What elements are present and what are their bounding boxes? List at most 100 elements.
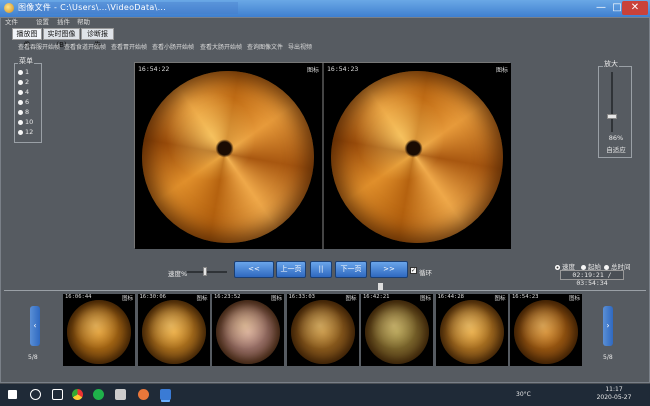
search-icon[interactable]: [30, 389, 41, 400]
thumbnail-image: [514, 300, 578, 364]
frame-tag: 图标: [496, 67, 509, 74]
loop-checkbox[interactable]: ✓: [410, 267, 417, 274]
thumbnail-item[interactable]: 16:06:44 图标: [63, 294, 135, 366]
clock-date: 2020-05-27: [596, 394, 632, 401]
layout-option[interactable]: 1: [18, 67, 29, 77]
menu-help[interactable]: 帮助: [77, 17, 90, 27]
thumbnail-tag: 图标: [270, 296, 282, 302]
frame-right[interactable]: 16:54:23 图标: [324, 63, 511, 249]
zoom-slider-handle[interactable]: [607, 114, 617, 119]
endoscopy-image: [331, 71, 503, 243]
radio-icon: [18, 69, 23, 75]
tab-realtime[interactable]: 实时图像 (B): [43, 28, 80, 49]
thumbnail-item[interactable]: 16:23:52 图标: [212, 294, 284, 366]
thumbnail-tag: 图标: [568, 296, 580, 302]
thumbnail-image: [67, 300, 131, 364]
frame-timestamp: 16:54:22: [138, 65, 170, 73]
timeline-handle[interactable]: [378, 283, 383, 290]
layout-option[interactable]: 10: [18, 117, 33, 127]
thumbnail-image: [439, 300, 504, 364]
thumbnail-timestamp: 16:23:52: [214, 294, 241, 300]
toolbar-swallow-start[interactable]: 查看吞服开始帧: [18, 43, 60, 53]
weather-status[interactable]: 30°C: [516, 391, 531, 398]
radio-icon: [581, 264, 586, 270]
loop-label: 循环: [419, 269, 432, 277]
prev-page-button[interactable]: 上一页: [276, 261, 306, 278]
toolbar-large-intestine-start[interactable]: 查看大肠开始帧: [200, 43, 242, 53]
thumbnail-timestamp: 16:54:23: [512, 294, 539, 300]
thumbnail-tag: 图标: [121, 296, 133, 302]
radio-icon: [18, 79, 23, 85]
toolbar-esophagus-start[interactable]: 查看食道开始帧: [64, 43, 106, 53]
thumb-next-button[interactable]: ›: [603, 306, 613, 346]
speed-label: 速度%: [168, 270, 188, 278]
layout-option[interactable]: 8: [18, 107, 29, 117]
thumbnail-item[interactable]: 16:44:28 图标: [435, 294, 508, 366]
thumbnail-timestamp: 16:42:21: [363, 294, 390, 300]
thumbnail-image: [216, 300, 280, 364]
thumbnail-image: [365, 300, 429, 364]
image-viewer: 16:54:22 图标 16:54:23 图标: [134, 62, 511, 249]
app-icon[interactable]: [115, 389, 126, 400]
layout-option[interactable]: 4: [18, 87, 29, 97]
radio-icon: [604, 264, 609, 270]
wechat-icon[interactable]: [93, 389, 104, 400]
zoom-slider-track[interactable]: [611, 72, 613, 132]
thumbnail-item[interactable]: 16:30:06 图标: [137, 294, 210, 366]
start-icon[interactable]: [8, 390, 17, 399]
rewind-button[interactable]: <<: [234, 261, 274, 278]
pause-button[interactable]: ||: [310, 261, 332, 278]
radio-icon: [18, 119, 23, 125]
radio-icon: [18, 89, 23, 95]
tab-report[interactable]: 诊断报告: [81, 28, 114, 49]
menu-plugins[interactable]: 插件: [57, 17, 70, 27]
zoom-percent: 86%: [608, 134, 624, 142]
thumbnail-item[interactable]: 16:42:21 图标: [361, 294, 433, 366]
frame-tag: 图标: [307, 67, 320, 74]
toolbar-search-images[interactable]: 查询图像文件: [247, 43, 283, 53]
next-page-button[interactable]: 下一页: [335, 261, 367, 278]
page-count-right: 5/8: [603, 354, 613, 361]
radio-icon: [18, 109, 23, 115]
speed-slider-track[interactable]: [187, 271, 227, 273]
timeline-track[interactable]: [4, 290, 646, 291]
speed-slider-handle[interactable]: [203, 267, 207, 276]
toolbar-export-video[interactable]: 导出视频: [288, 43, 312, 53]
thumbnail-timestamp: 16:30:06: [139, 294, 167, 300]
taskbar-clock[interactable]: 11:17 2020-05-27: [586, 386, 642, 402]
menu-settings[interactable]: 设置: [36, 17, 49, 27]
zoom-fit-button[interactable]: 自适应: [603, 144, 629, 154]
layout-option[interactable]: 12: [18, 127, 33, 137]
close-button[interactable]: ✕: [622, 1, 648, 15]
zoom-title: 放大: [603, 59, 619, 69]
thumbnail-tag: 图标: [345, 296, 357, 302]
layout-panel: 1 2 4 6 8 10 12: [14, 63, 42, 143]
thumbnail-timestamp: 16:06:44: [65, 294, 92, 300]
thumbnail-timestamp: 16:44:28: [437, 294, 465, 300]
thumbnail-timestamp: 16:33:03: [288, 294, 316, 300]
fast-forward-button[interactable]: >>: [370, 261, 408, 278]
thumb-prev-button[interactable]: ‹: [30, 306, 40, 346]
capsule-app-icon[interactable]: [160, 389, 171, 400]
chrome-icon[interactable]: [72, 389, 83, 400]
time-readout: 02:19:21 / 03:54:34: [560, 270, 624, 287]
thumbnail-item[interactable]: 16:54:23 图标: [510, 294, 582, 366]
frame-left[interactable]: 16:54:22 图标: [135, 63, 322, 249]
frame-timestamp: 16:54:23: [327, 65, 359, 73]
menu-file[interactable]: 文件: [5, 17, 18, 27]
endoscopy-image: [142, 71, 314, 243]
radio-icon: [18, 129, 23, 135]
layout-option[interactable]: 2: [18, 77, 29, 87]
thumbnail-image: [290, 300, 355, 364]
window-title: 图像文件 - C:\Users\...\VideoData\...: [18, 2, 238, 14]
toolbar-stomach-start[interactable]: 查看胃开始帧: [111, 43, 147, 53]
task-view-icon[interactable]: [52, 389, 63, 400]
app-icon[interactable]: [138, 389, 149, 400]
clock-time: 11:17: [605, 386, 623, 393]
thumbnail-item[interactable]: 16:33:03 图标: [286, 294, 359, 366]
toolbar-small-intestine-start[interactable]: 查看小肠开始帧: [152, 43, 194, 53]
thumbnail-image: [141, 300, 206, 364]
radio-selected-icon: [555, 264, 560, 270]
layout-option[interactable]: 6: [18, 97, 29, 107]
tab-playback[interactable]: 播放图像: [12, 28, 42, 49]
